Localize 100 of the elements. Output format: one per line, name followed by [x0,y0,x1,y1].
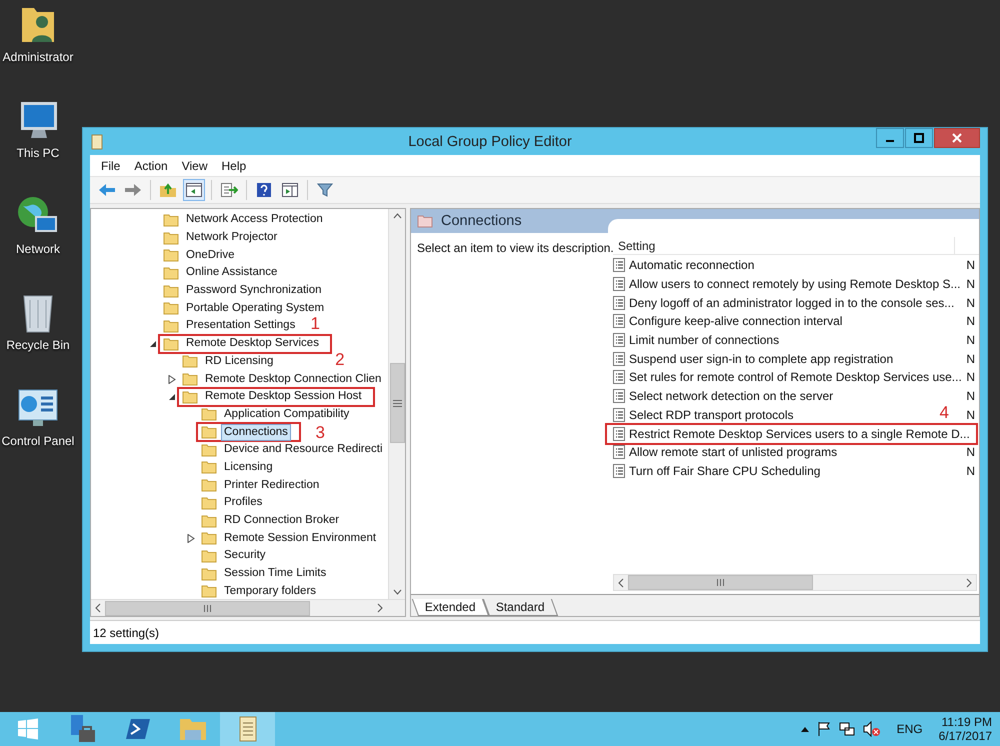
folder-icon [182,390,198,404]
setting-name[interactable]: Configure keep-alive connection interval [629,314,842,328]
folder-icon [201,442,217,457]
setting-icon [613,464,625,478]
setting-name[interactable]: Deny logoff of an administrator logged in to the console ses... [629,296,954,310]
tree-item[interactable]: Temporary folders [221,582,320,600]
setting-name[interactable]: Allow users to connect remotely by using Remote Desktop S... [629,277,960,292]
tree-item[interactable]: Device and Resource Redirecti [221,441,386,458]
status-text: 12 setting(s) [93,626,160,640]
clock[interactable]: 11:19 PM 6/17/2017 [938,715,992,743]
tree-item[interactable]: Network Access Protection [183,211,326,228]
maximize-icon [914,133,924,143]
folder-icon [178,716,208,742]
folder-icon [201,531,217,546]
vertical-scrollbar[interactable] [388,209,405,599]
menu-item[interactable]: View [174,158,214,172]
tree-item[interactable]: Licensing [221,458,276,476]
tree-item[interactable]: Connections [221,424,291,441]
view-tab[interactable]: Extended [412,599,489,616]
network-monitor-icon[interactable] [838,721,855,737]
menu-item[interactable]: Action [127,158,175,172]
speaker-muted-icon[interactable] [862,721,881,737]
state-cell: N [966,408,975,422]
setting-name[interactable]: Select RDP transport protocols [629,408,794,422]
tree-item[interactable]: Presentation Settings [183,317,298,334]
language-indicator[interactable]: ENG [896,722,923,736]
tree-item[interactable]: Password Synchronization [183,282,325,300]
collapse-arrow-icon[interactable] [168,392,176,401]
tree-item[interactable]: OneDrive [183,246,238,264]
folder-up-icon [159,182,177,198]
scrollbar-thumb[interactable] [628,575,813,590]
setting-icon [613,370,625,384]
tree-item[interactable]: Session Time Limits [221,565,330,582]
state-cell: N [966,296,975,310]
state-cell: N [966,464,975,478]
maximize-button[interactable] [905,128,933,148]
setting-icon [613,277,625,292]
setting-name[interactable]: Allow remote start of unlisted programs [629,445,838,460]
tree-item[interactable]: RD Licensing [202,352,276,370]
tree-item[interactable]: Online Assistance [183,264,280,282]
back-arrow-icon [98,183,116,197]
scroll-icon [90,134,104,150]
forward-arrow-icon [124,183,142,197]
folder-icon [201,425,217,440]
folder-icon [163,248,179,262]
view-tab[interactable]: Standard [482,599,558,616]
tree-item[interactable]: Application Compatibility [221,406,352,423]
setting-name[interactable]: Select network detection on the server [629,389,834,404]
folder-icon [182,372,198,386]
state-cell: N [966,333,975,348]
folder-icon [201,478,217,492]
minimize-button[interactable] [876,128,904,148]
tree-item[interactable]: Portable Operating System [183,300,328,317]
scrollbar-thumb[interactable] [105,600,310,616]
horizontal-scrollbar[interactable] [91,599,405,616]
tree-item[interactable]: Remote Desktop Session Host [202,388,365,406]
menu-item[interactable]: Help [214,158,254,172]
setting-name[interactable]: Automatic reconnection [629,258,754,272]
expand-arrow-icon[interactable] [168,374,176,384]
close-button[interactable] [934,128,980,148]
server-toolbox-icon [68,714,96,744]
state-cell: N [966,314,975,328]
setting-icon [613,296,625,310]
expand-arrow-icon[interactable] [187,534,195,543]
menu-item[interactable]: File [94,158,128,172]
setting-name[interactable]: Restrict Remote Desktop Services users to a single Remote D... [629,426,970,441]
flag-icon[interactable] [816,721,831,737]
setting-name[interactable]: Turn off Fair Share CPU Scheduling [629,464,820,478]
setting-name[interactable]: Set rules for remote control of Remote Desktop Services use... [629,370,962,384]
desktop-icon-label[interactable]: Administrator [2,50,74,64]
tree-item[interactable]: Security [221,547,269,564]
state-cell: N [966,277,975,292]
collapse-arrow-icon[interactable] [149,340,157,348]
desktop-icon-label[interactable]: This PC [16,146,60,160]
tree-item[interactable]: Remote Session Environment [221,530,380,547]
terminal-icon [124,718,150,740]
setting-icon [613,445,625,460]
setting-name[interactable]: Suspend user sign-in to complete app registration [629,352,894,366]
tree-item[interactable]: Remote Desktop Connection Clien [202,370,384,388]
console-tree-button[interactable] [183,179,205,201]
tree-item[interactable]: Remote Desktop Services [183,335,322,352]
horizontal-scrollbar[interactable] [613,574,977,591]
desktop-icon-label[interactable]: Recycle Bin [6,338,70,352]
help-icon [256,182,272,198]
policy-editor-button[interactable] [220,712,275,746]
setting-icon [613,389,625,404]
tree-item[interactable]: Printer Redirection [221,476,322,494]
folder-icon [201,566,217,581]
scrollbar-thumb[interactable] [390,363,404,443]
setting-icon [613,352,625,366]
close-icon [952,133,962,143]
tree-item[interactable]: RD Connection Broker [221,512,342,530]
folder-icon [163,318,179,333]
setting-name[interactable]: Limit number of connections [629,333,780,348]
tree-item[interactable]: Profiles [221,494,266,512]
column-header[interactable]: Setting [613,237,955,254]
desktop-icon-label[interactable]: Network [16,242,60,256]
show-hidden-icons-icon[interactable] [800,726,809,732]
tree-item[interactable]: Network Projector [183,229,280,246]
desktop-icon-label[interactable]: Control Panel [2,434,74,448]
